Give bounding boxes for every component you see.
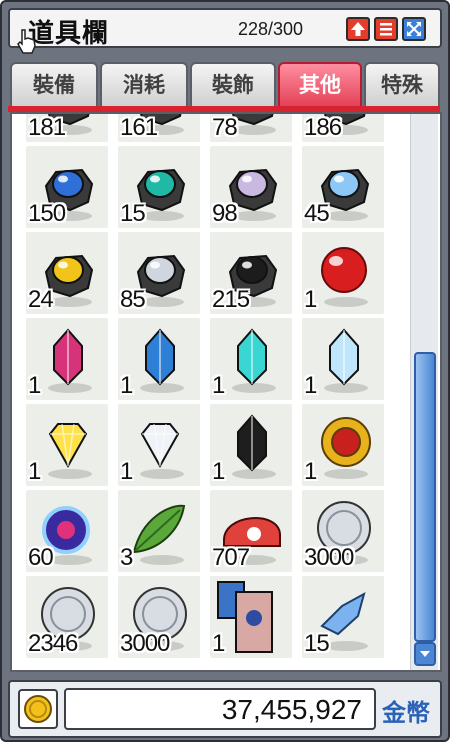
dark-ore-item-icon bbox=[232, 114, 276, 135]
item-slot[interactable]: 3 bbox=[118, 490, 200, 572]
item-panel: 181 161 78 186 150 15 98 45 24 85 215 1 1 1 1 1 1 1 1 1 60 3 7… bbox=[10, 112, 442, 672]
item-slot[interactable]: 1 bbox=[210, 576, 292, 658]
red-sphere-icon bbox=[321, 247, 368, 307]
silver-coin-icon bbox=[317, 501, 371, 565]
dark-orb-icon bbox=[42, 506, 92, 565]
silver-coin-icon bbox=[41, 587, 95, 651]
item-slot[interactable]: 150 bbox=[26, 146, 108, 228]
tab-decoration[interactable]: 裝飾 bbox=[190, 62, 276, 106]
chevron-down-icon bbox=[420, 651, 430, 657]
gold-label: 金幣 bbox=[382, 699, 430, 727]
item-slot[interactable]: 60 bbox=[26, 490, 108, 572]
dark-ore-item-icon bbox=[324, 114, 368, 135]
teal-ore-icon bbox=[136, 168, 186, 221]
item-slot[interactable]: 3000 bbox=[302, 490, 384, 572]
list-icon bbox=[380, 23, 392, 36]
item-slot[interactable]: 1 bbox=[26, 404, 108, 486]
pink-crystal-icon bbox=[48, 328, 92, 393]
blue-shard-icon bbox=[320, 591, 368, 651]
title-bar[interactable]: 道具欄 228/300 bbox=[8, 8, 442, 54]
red-mushroom-cap-icon bbox=[223, 517, 281, 565]
menu-button[interactable] bbox=[374, 17, 398, 41]
expand-icon bbox=[407, 22, 421, 36]
silver-coin-icon bbox=[133, 587, 187, 651]
category-tabs: 裝備 消耗 裝飾 其他 特殊 bbox=[10, 62, 440, 106]
item-slot[interactable]: 181 bbox=[26, 114, 108, 142]
gold-amount-field: 37,455,927 bbox=[64, 688, 376, 730]
black-ore-icon bbox=[228, 254, 278, 307]
gold-medal-icon bbox=[321, 417, 371, 479]
currency-bar: 37,455,927 金幣 bbox=[8, 680, 442, 738]
item-slot[interactable]: 1 bbox=[302, 232, 384, 314]
yellow-gem-icon bbox=[48, 423, 92, 479]
scroll-down-button[interactable] bbox=[414, 642, 436, 666]
item-slot[interactable]: 98 bbox=[210, 146, 292, 228]
expand-button[interactable] bbox=[402, 17, 426, 41]
cursor-hand-icon bbox=[17, 29, 36, 54]
red-pink-item-icon bbox=[48, 114, 92, 135]
item-slot[interactable]: 186 bbox=[302, 114, 384, 142]
inventory-capacity: 228/300 bbox=[238, 19, 304, 39]
diamond-icon bbox=[140, 423, 184, 479]
item-slot[interactable]: 24 bbox=[26, 232, 108, 314]
arrow-up-icon bbox=[351, 22, 365, 36]
tab-special[interactable]: 特殊 bbox=[364, 62, 440, 106]
scrollbar[interactable] bbox=[410, 114, 438, 670]
tab-consume[interactable]: 消耗 bbox=[100, 62, 188, 106]
item-slot[interactable]: 1 bbox=[26, 318, 108, 400]
coin-slot bbox=[18, 689, 58, 729]
item-slot[interactable]: 1 bbox=[302, 318, 384, 400]
sort-up-button[interactable] bbox=[346, 17, 370, 41]
item-slot[interactable]: 1 bbox=[302, 404, 384, 486]
lightblue-ore-icon bbox=[320, 168, 370, 221]
item-slot[interactable]: 3000 bbox=[118, 576, 200, 658]
gold-coin-icon bbox=[24, 695, 52, 723]
gold-amount: 37,455,927 bbox=[221, 694, 362, 725]
tab-equip[interactable]: 裝備 bbox=[10, 62, 98, 106]
green-leaf-icon bbox=[132, 504, 186, 565]
blue-crystal-icon bbox=[140, 328, 184, 393]
inventory-window: 道具欄 228/300 裝備 消耗 裝飾 其他 特殊 181 161 78 18… bbox=[0, 0, 450, 742]
item-slot[interactable]: 15 bbox=[302, 576, 384, 658]
item-slot[interactable]: 1 bbox=[118, 404, 200, 486]
silver-ore-icon bbox=[136, 254, 186, 307]
tab-other[interactable]: 其他 bbox=[278, 62, 362, 106]
gold-ore-icon bbox=[44, 254, 94, 307]
item-slot[interactable]: 78 bbox=[210, 114, 292, 142]
item-slot[interactable]: 707 bbox=[210, 490, 292, 572]
item-slot[interactable]: 2346 bbox=[26, 576, 108, 658]
cards-icon bbox=[217, 581, 273, 653]
scroll-thumb[interactable] bbox=[414, 352, 436, 642]
window-title: 道具欄 bbox=[28, 19, 110, 49]
black-crystal-icon bbox=[232, 414, 276, 479]
item-slot[interactable]: 45 bbox=[302, 146, 384, 228]
ice-crystal-icon bbox=[324, 328, 368, 393]
rainbow-ore-icon bbox=[228, 168, 278, 221]
item-slot[interactable]: 85 bbox=[118, 232, 200, 314]
item-slot[interactable]: 215 bbox=[210, 232, 292, 314]
red-pink-item-icon bbox=[140, 114, 184, 135]
blue-ore-icon bbox=[44, 168, 94, 221]
item-slot[interactable]: 161 bbox=[118, 114, 200, 142]
item-slot[interactable]: 1 bbox=[118, 318, 200, 400]
aqua-crystal-icon bbox=[232, 328, 276, 393]
item-slot[interactable]: 1 bbox=[210, 318, 292, 400]
item-slot[interactable]: 15 bbox=[118, 146, 200, 228]
item-slot[interactable]: 1 bbox=[210, 404, 292, 486]
